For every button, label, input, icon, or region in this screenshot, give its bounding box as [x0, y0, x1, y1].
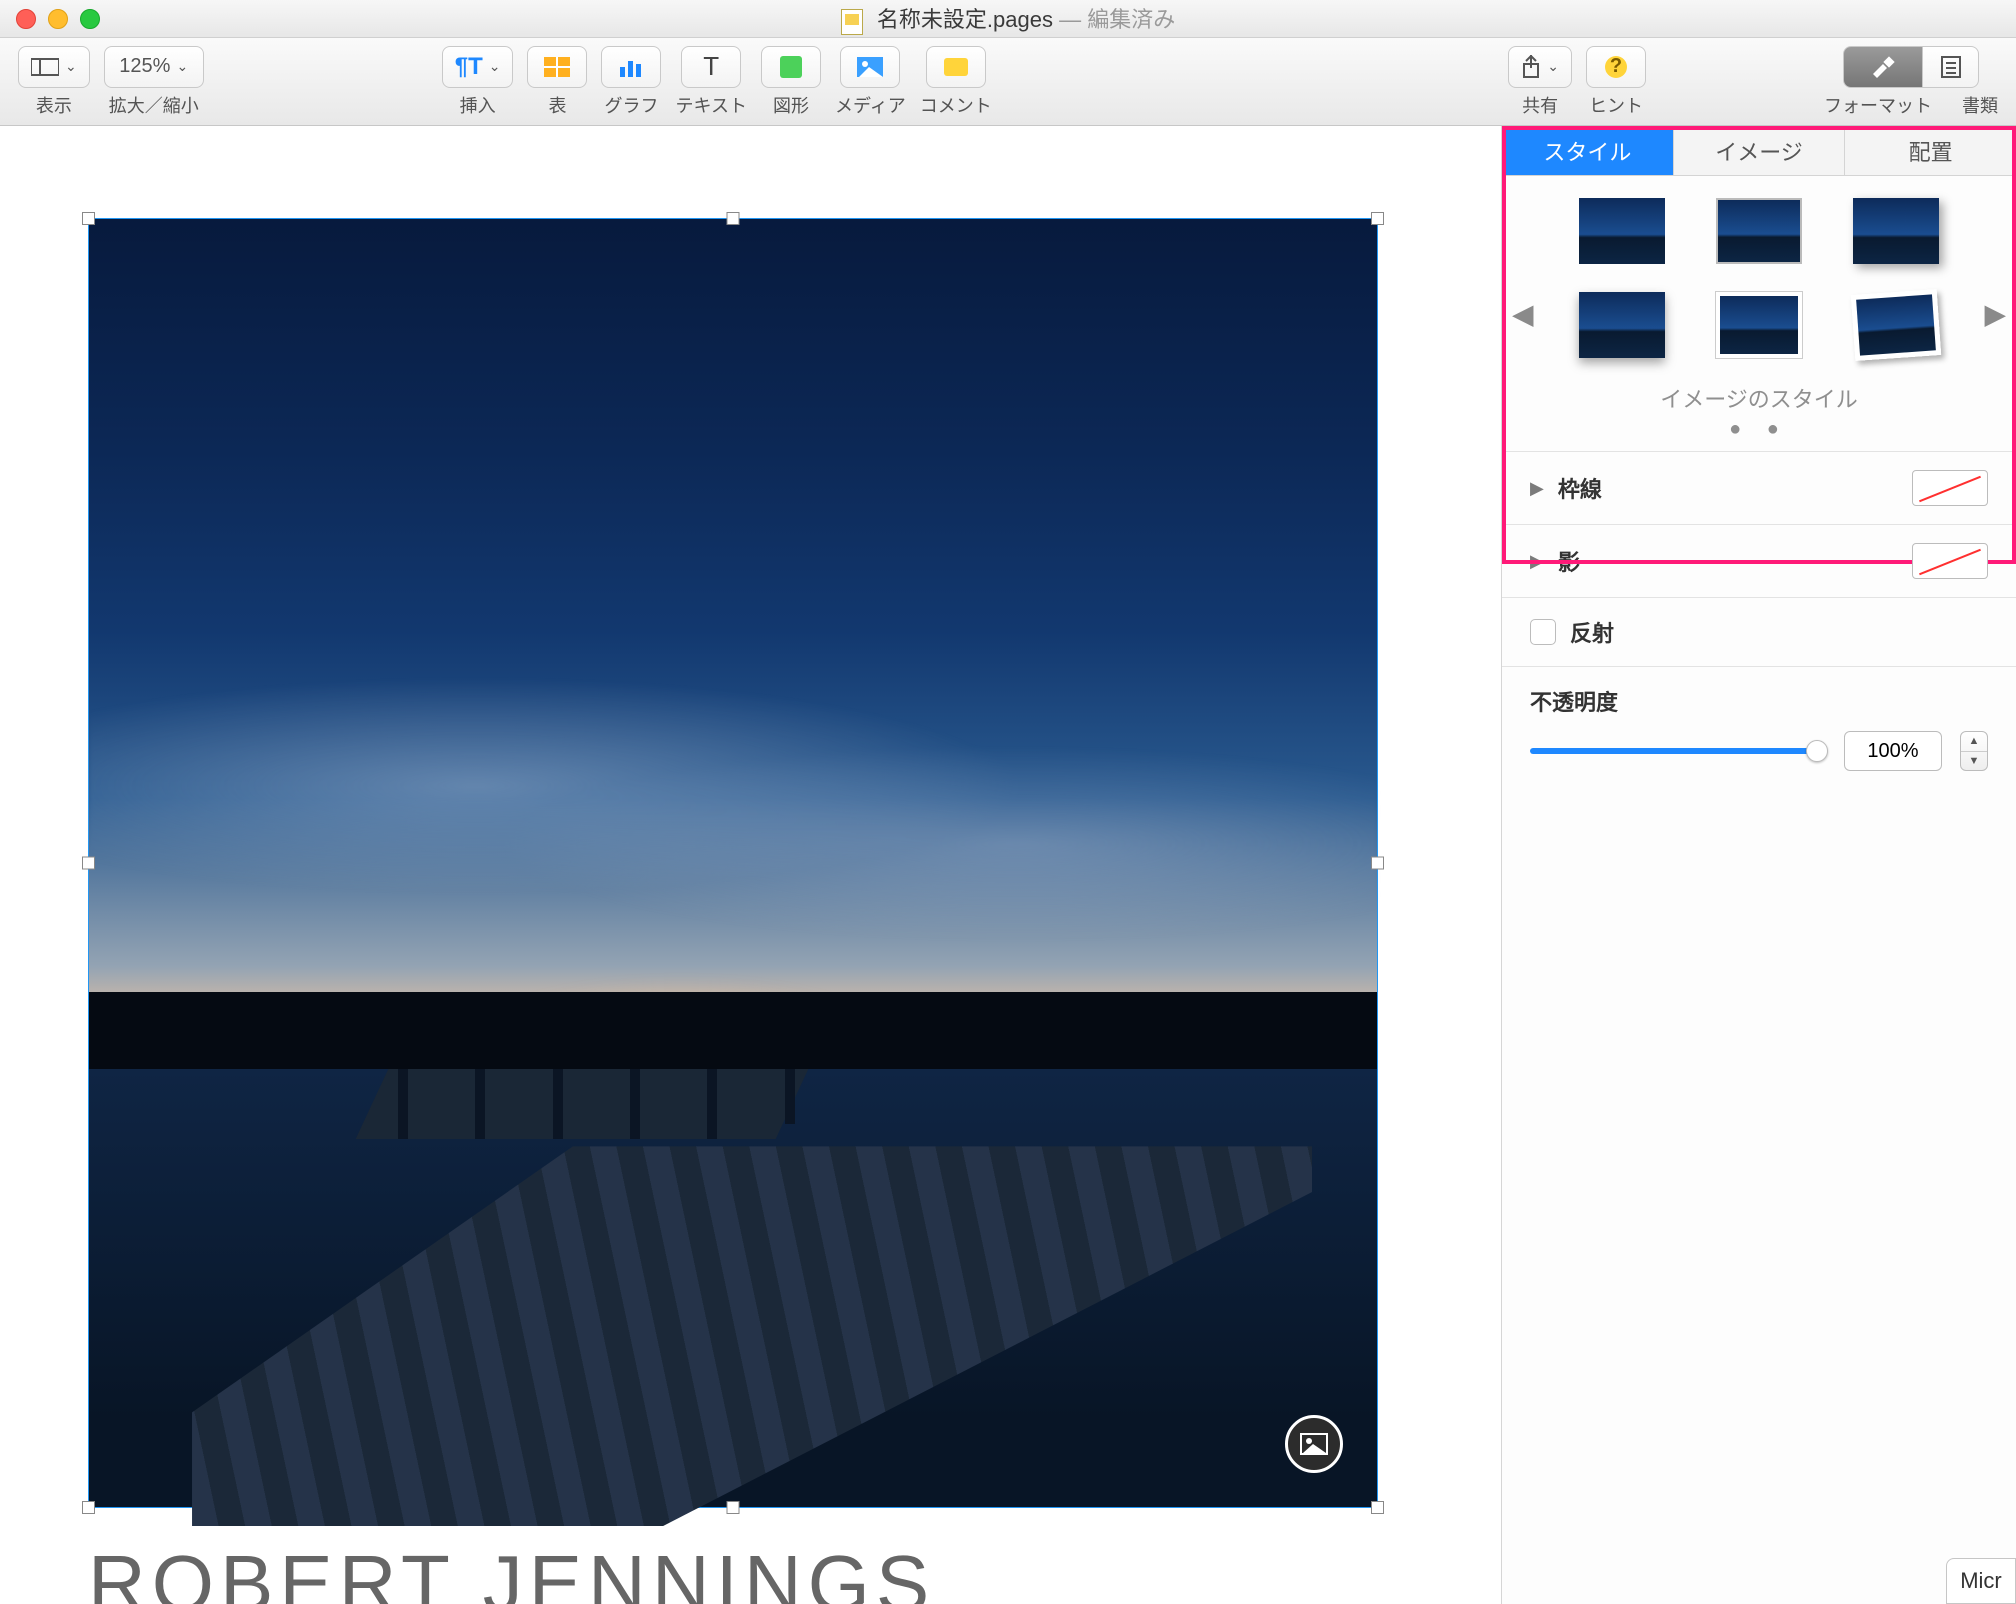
- format-button[interactable]: [1843, 46, 1923, 88]
- share-button[interactable]: ⌄: [1508, 46, 1572, 88]
- table-label: 表: [548, 92, 566, 118]
- shadow-swatch[interactable]: [1912, 543, 1988, 579]
- share-label: 共有: [1522, 92, 1558, 118]
- opacity-stepper[interactable]: ▲▼: [1960, 731, 1988, 771]
- resize-handle[interactable]: [1371, 1501, 1384, 1514]
- hint-button[interactable]: ?: [1586, 46, 1646, 88]
- tab-arrange[interactable]: 配置: [1845, 126, 2016, 175]
- shape-label: 図形: [773, 92, 809, 118]
- format-inspector: スタイル イメージ 配置 ◀ ▶ イメージのスタイル ● ● ▶ 枠線: [1501, 126, 2016, 1604]
- media-icon: [857, 57, 883, 77]
- media-label: メディア: [835, 92, 906, 118]
- document-canvas[interactable]: ROBERT JENNINGS: [0, 126, 1501, 1604]
- document-status: 編集済み: [1087, 7, 1175, 32]
- opacity-value[interactable]: 100%: [1844, 731, 1942, 771]
- disclosure-icon: ▶: [1530, 551, 1544, 572]
- style-preset[interactable]: [1716, 292, 1802, 358]
- styles-prev-button[interactable]: ◀: [1512, 297, 1534, 330]
- styles-page-dots[interactable]: ● ●: [1522, 418, 1996, 441]
- resize-handle[interactable]: [82, 212, 95, 225]
- hint-label: ヒント: [1589, 92, 1643, 118]
- resize-handle[interactable]: [82, 1501, 95, 1514]
- opacity-slider[interactable]: [1530, 748, 1826, 754]
- style-preset[interactable]: [1851, 289, 1941, 361]
- title-bar: 名称未設定.pages — 編集済み: [0, 0, 2016, 38]
- brush-icon: [1869, 56, 1897, 78]
- zoom-select[interactable]: 125%⌄: [104, 46, 204, 88]
- fullscreen-window-button[interactable]: [80, 9, 100, 29]
- comment-button[interactable]: [926, 46, 986, 88]
- text-icon: T: [703, 51, 719, 82]
- shadow-section[interactable]: ▶ 影: [1502, 524, 2016, 597]
- disclosure-icon: ▶: [1530, 478, 1544, 499]
- media-button[interactable]: [840, 46, 900, 88]
- style-preset[interactable]: [1579, 292, 1665, 358]
- tab-image[interactable]: イメージ: [1674, 126, 1846, 175]
- chart-button[interactable]: [601, 46, 661, 88]
- window-title: 名称未設定.pages — 編集済み: [0, 2, 2016, 34]
- resize-handle[interactable]: [1371, 212, 1384, 225]
- document-filename: 名称未設定.pages: [877, 7, 1053, 32]
- paragraph-icon: ¶T: [455, 53, 483, 81]
- table-button[interactable]: [527, 46, 587, 88]
- insert-label: 挿入: [460, 92, 496, 118]
- reflection-section: 反射: [1502, 597, 2016, 666]
- selected-image[interactable]: [88, 218, 1378, 1508]
- corner-badge[interactable]: Micr: [1946, 1558, 2016, 1604]
- document-label: 書類: [1962, 92, 1998, 118]
- picture-icon: [1300, 1433, 1328, 1455]
- text-button[interactable]: T: [681, 46, 741, 88]
- hint-icon: ?: [1605, 56, 1627, 78]
- zoom-label: 拡大／縮小: [109, 92, 199, 118]
- tab-style[interactable]: スタイル: [1502, 126, 1674, 175]
- comment-label: コメント: [920, 92, 992, 118]
- resize-handle[interactable]: [1371, 857, 1384, 870]
- zoom-value: 125%: [119, 55, 170, 78]
- comment-icon: [944, 58, 968, 76]
- image-edit-button[interactable]: [1285, 1415, 1343, 1473]
- border-label: 枠線: [1558, 472, 1602, 504]
- shape-button[interactable]: [761, 46, 821, 88]
- chart-icon: [618, 57, 644, 77]
- share-icon: [1521, 55, 1541, 79]
- document-button[interactable]: [1923, 46, 1979, 88]
- insert-button[interactable]: ¶T⌄: [442, 46, 514, 88]
- view-label: 表示: [36, 92, 72, 118]
- text-label: テキスト: [675, 92, 746, 118]
- opacity-label: 不透明度: [1530, 685, 1988, 717]
- border-swatch[interactable]: [1912, 470, 1988, 506]
- hero-heading[interactable]: ROBERT JENNINGS: [88, 1538, 935, 1604]
- style-preset[interactable]: [1579, 198, 1665, 264]
- styles-next-button[interactable]: ▶: [1984, 297, 2006, 330]
- view-icon: [31, 57, 59, 77]
- view-button[interactable]: ⌄: [18, 46, 90, 88]
- resize-handle[interactable]: [727, 1501, 740, 1514]
- format-label: フォーマット: [1824, 92, 1932, 118]
- styles-caption: イメージのスタイル: [1522, 382, 1996, 414]
- resize-handle[interactable]: [727, 212, 740, 225]
- style-preset[interactable]: [1716, 198, 1802, 264]
- minimize-window-button[interactable]: [48, 9, 68, 29]
- shape-icon: [780, 56, 802, 78]
- shadow-label: 影: [1558, 545, 1580, 577]
- border-section[interactable]: ▶ 枠線: [1502, 451, 2016, 524]
- slider-thumb[interactable]: [1806, 740, 1828, 762]
- document-icon: [841, 9, 863, 35]
- chart-label: グラフ: [604, 92, 658, 118]
- style-preset[interactable]: [1853, 198, 1939, 264]
- resize-handle[interactable]: [82, 857, 95, 870]
- image-styles-panel: ◀ ▶ イメージのスタイル ● ●: [1502, 176, 2016, 451]
- toolbar: ⌄ 表示 125%⌄ 拡大／縮小 ¶T⌄ 挿入 表 グラフ T テキスト 図形: [0, 38, 2016, 126]
- table-icon: [544, 57, 570, 77]
- opacity-section: 不透明度 100% ▲▼: [1502, 666, 2016, 789]
- close-window-button[interactable]: [16, 9, 36, 29]
- reflection-checkbox[interactable]: [1530, 619, 1556, 645]
- document-icon: [1940, 55, 1962, 79]
- reflection-label: 反射: [1570, 616, 1614, 648]
